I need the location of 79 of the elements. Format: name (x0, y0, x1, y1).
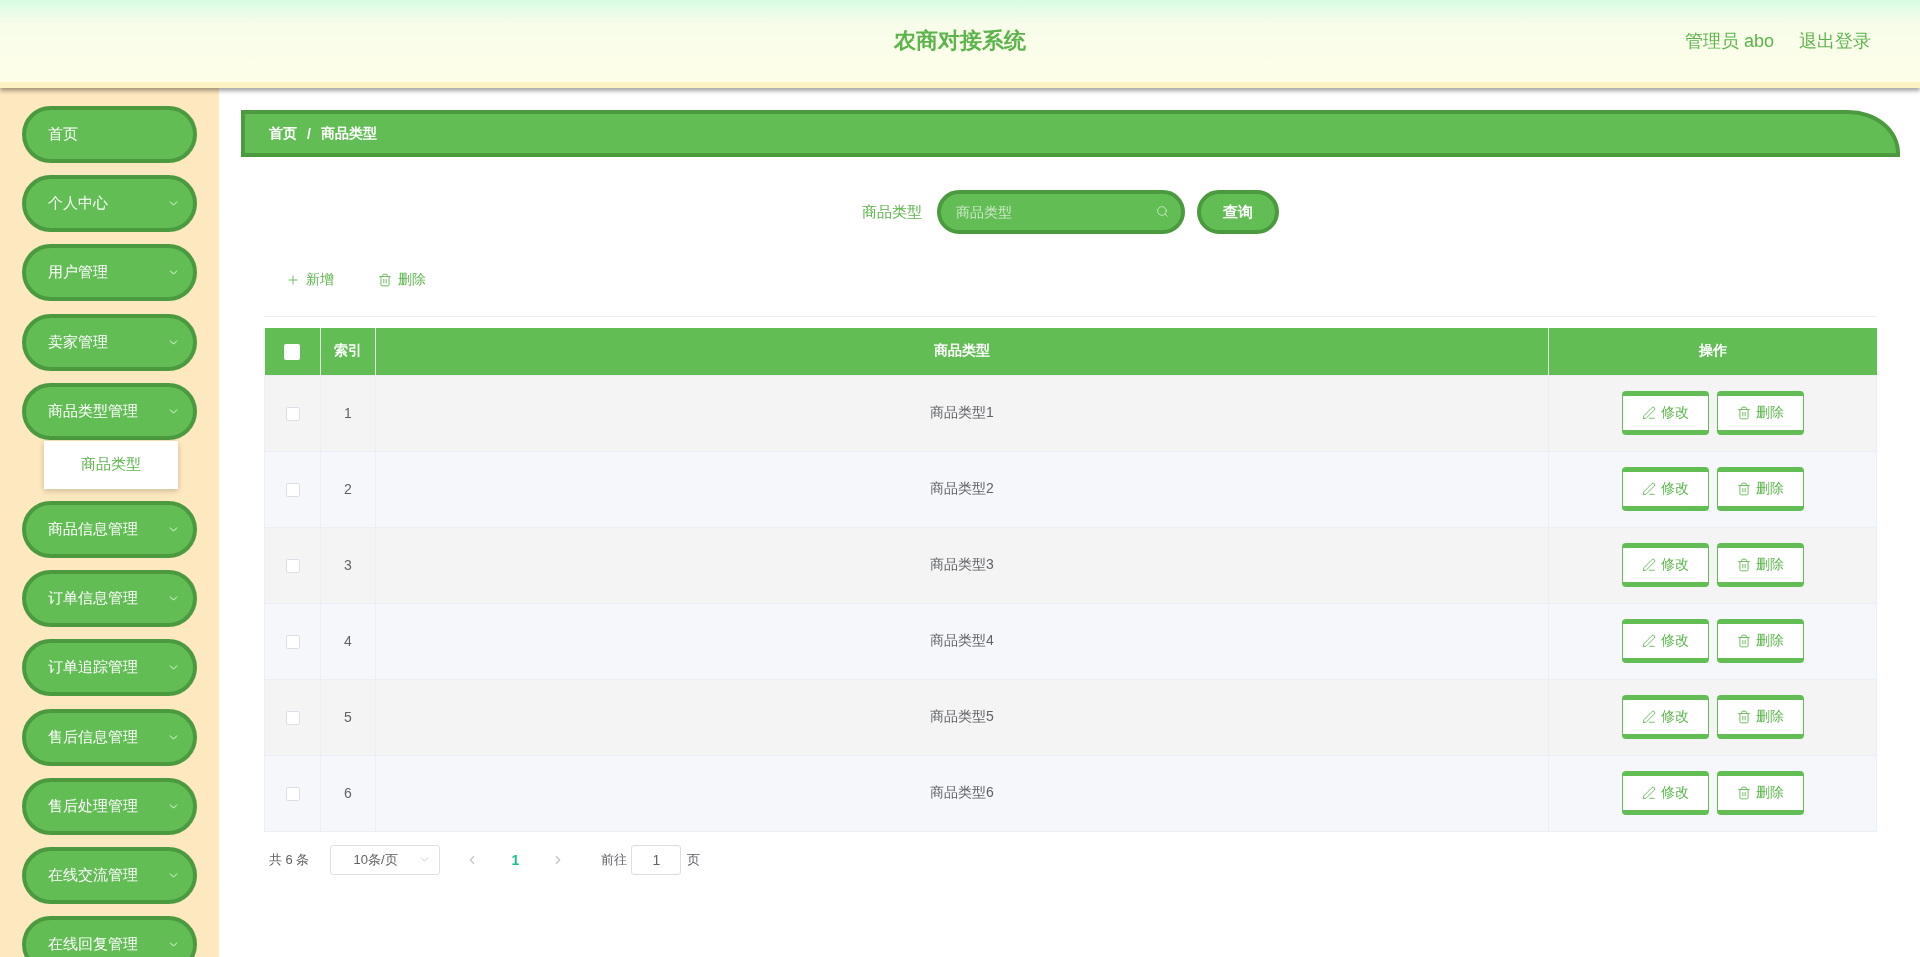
pen-icon (1641, 406, 1656, 420)
pen-icon (1641, 558, 1656, 572)
table-cell: 商品类型2 (375, 451, 1549, 527)
sidebar-menu-item[interactable]: 在线回复管理 (22, 916, 197, 957)
select-all-checkbox[interactable] (284, 343, 301, 360)
search-label: 商品类型 (862, 202, 922, 222)
row-checkbox[interactable] (285, 787, 300, 802)
sidebar-menu-item[interactable]: 卖家管理 (22, 313, 197, 371)
trash-icon (1736, 482, 1751, 496)
table-cell: 商品类型1 (375, 375, 1549, 451)
total-count: 共 6 条 (269, 850, 310, 869)
sidebar-menu-item[interactable]: 商品信息管理 (22, 500, 197, 558)
trash-icon (1736, 786, 1751, 800)
sidebar-menu-item[interactable]: 商品类型管理 (22, 382, 197, 440)
breadcrumb-separator: / (307, 125, 311, 142)
goto-label: 前往 (601, 850, 628, 869)
sidebar-menu-item[interactable]: 首页 (22, 106, 197, 163)
search-icon (1156, 205, 1169, 218)
table-cell: 1 (320, 375, 376, 451)
column-header: 索引 (320, 328, 376, 375)
edit-button[interactable]: 修改 (1621, 543, 1709, 587)
edit-button[interactable]: 修改 (1621, 619, 1709, 663)
page-jump-input[interactable]: 1 (631, 844, 682, 875)
admin-user-label: 管理员 abo (1684, 30, 1774, 53)
page-unit-label: 页 (687, 850, 701, 869)
column-header: 商品类型 (375, 328, 1549, 375)
trash-icon (1736, 634, 1751, 648)
table-cell: 3 (320, 527, 376, 603)
sidebar-menu-item[interactable]: 售后处理管理 (22, 777, 197, 835)
search-field[interactable]: 商品类型 (937, 190, 1185, 234)
sidebar-menu-item[interactable]: 售后信息管理 (22, 708, 197, 766)
trash-icon (378, 273, 392, 287)
breadcrumb-link[interactable]: 首页 (269, 124, 297, 143)
pen-icon (1641, 786, 1656, 800)
trash-icon (1736, 406, 1751, 420)
row-checkbox[interactable] (285, 635, 300, 650)
edit-button[interactable]: 修改 (1621, 771, 1709, 815)
row-checkbox[interactable] (285, 407, 300, 422)
row-checkbox[interactable] (285, 483, 300, 498)
table-cell: 6 (320, 755, 376, 831)
delete-button[interactable]: 删除 (1716, 543, 1804, 587)
delete-button[interactable]: 删除 (366, 262, 438, 298)
table-cell: 商品类型4 (375, 603, 1549, 679)
plus-icon (286, 273, 300, 287)
table-cell: 2 (320, 451, 376, 527)
sidebar-menu-item[interactable]: 个人中心 (22, 175, 197, 233)
pen-icon (1641, 482, 1656, 496)
page-size-select[interactable]: 10条/页 (330, 844, 441, 875)
delete-button[interactable]: 删除 (1716, 619, 1804, 663)
add-button[interactable]: 新增 (274, 262, 346, 298)
sidebar-menu-item[interactable]: 订单信息管理 (22, 570, 197, 628)
edit-button[interactable]: 修改 (1621, 695, 1709, 739)
table-cell: 商品类型3 (375, 527, 1549, 603)
row-checkbox[interactable] (285, 711, 300, 726)
sidebar-menu-item[interactable]: 在线交流管理 (22, 846, 197, 904)
table-cell: 5 (320, 679, 376, 755)
table-cell: 4 (320, 603, 376, 679)
pen-icon (1641, 710, 1656, 724)
row-checkbox[interactable] (285, 559, 300, 574)
breadcrumb-current: 商品类型 (320, 124, 377, 143)
query-button[interactable]: 查询 (1197, 190, 1279, 234)
delete-button[interactable]: 删除 (1716, 467, 1804, 511)
edit-button[interactable]: 修改 (1621, 467, 1709, 511)
sidebar-menu-item[interactable]: 订单追踪管理 (22, 639, 197, 697)
trash-icon (1736, 710, 1751, 724)
table-cell: 商品类型5 (375, 679, 1549, 755)
trash-icon (1736, 558, 1751, 572)
page-number-button[interactable]: 1 (500, 844, 531, 875)
delete-button[interactable]: 删除 (1716, 771, 1804, 815)
column-header: 操作 (1548, 328, 1877, 375)
table-cell: 商品类型6 (375, 755, 1549, 831)
delete-button[interactable]: 删除 (1716, 695, 1804, 739)
app-title: 农商对接系统 (894, 27, 1026, 55)
submenu-item[interactable]: 商品类型 (44, 440, 178, 489)
logout-link[interactable]: 退出登录 (1799, 29, 1871, 53)
delete-button[interactable]: 删除 (1716, 391, 1804, 435)
pen-icon (1641, 634, 1656, 648)
sidebar-menu-item[interactable]: 用户管理 (22, 244, 197, 302)
edit-button[interactable]: 修改 (1621, 391, 1709, 435)
